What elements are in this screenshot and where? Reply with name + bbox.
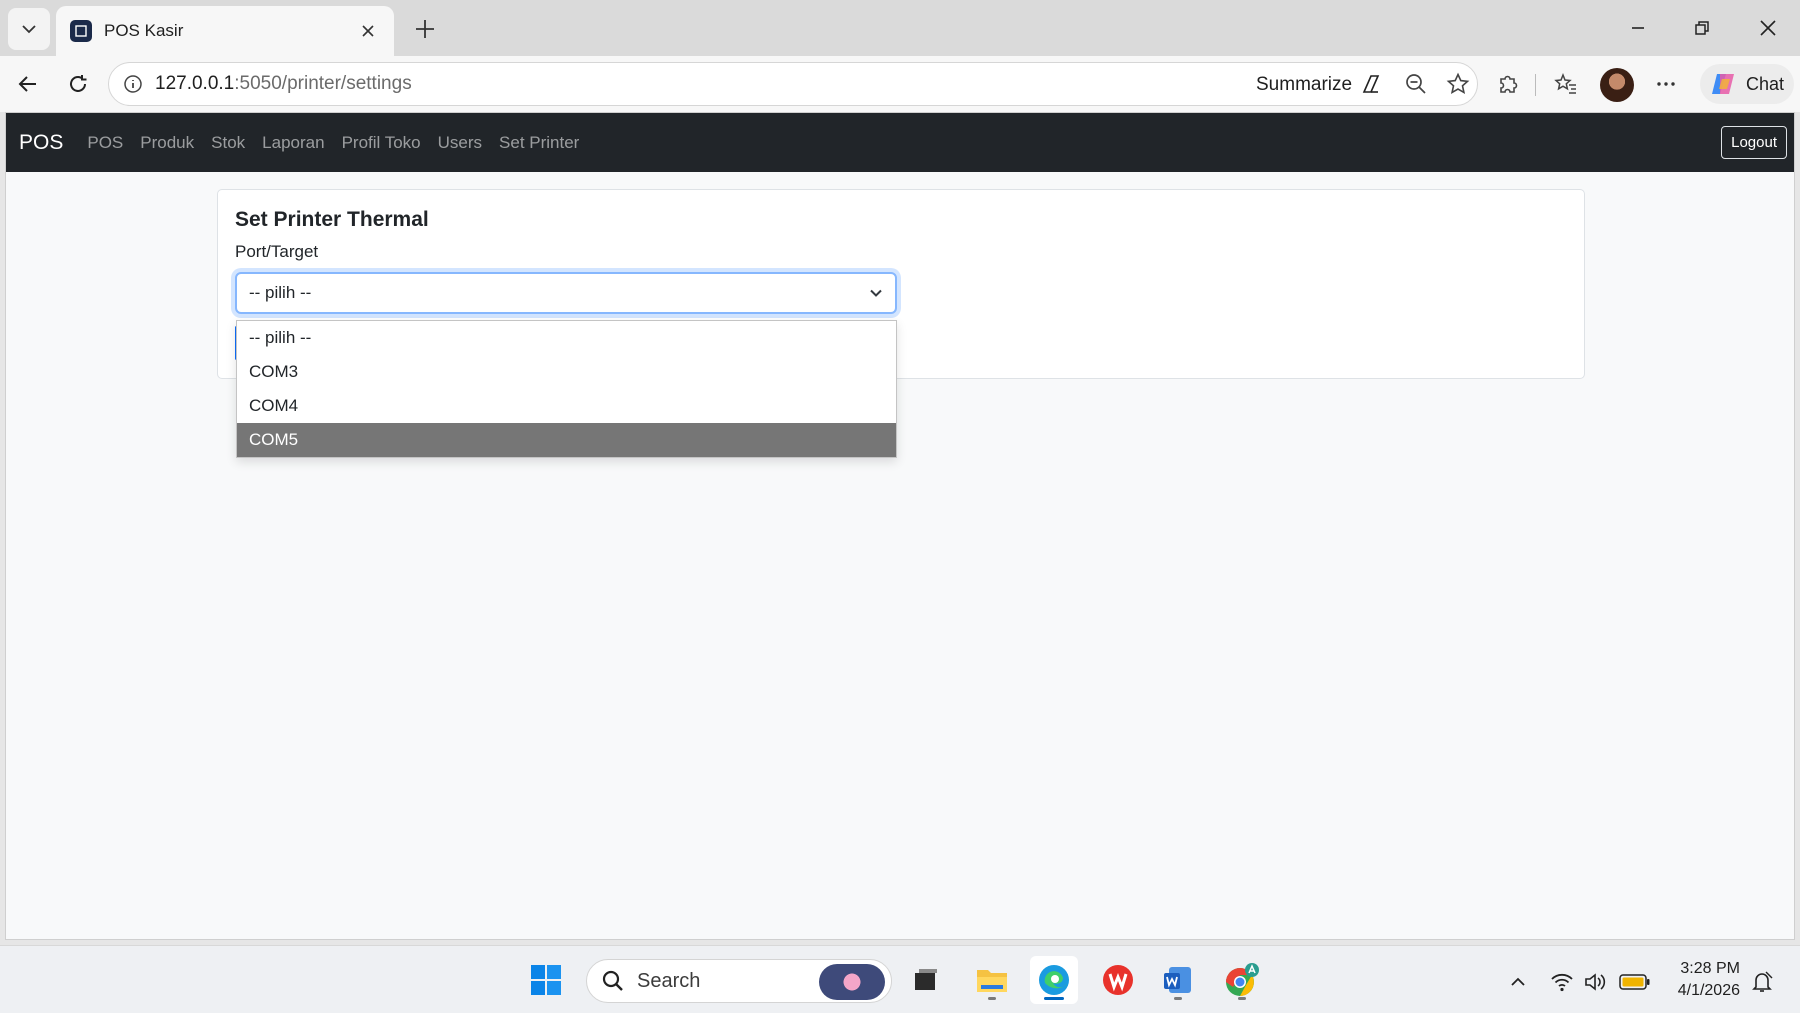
zoom-out-button[interactable]: [1398, 66, 1434, 102]
puzzle-icon: [1500, 75, 1518, 93]
battery-button[interactable]: [1618, 968, 1652, 996]
port-target-dropdown: -- pilih -- COM3 COM4 COM5: [236, 320, 897, 458]
task-view-button[interactable]: [902, 956, 950, 1004]
browser-toolbar: 127.0.0.1:5050/printer/settings Summariz…: [0, 56, 1800, 112]
notifications-button[interactable]: [1748, 968, 1776, 996]
pos-favicon-icon: [70, 20, 92, 42]
star-icon: [1446, 72, 1470, 94]
chevron-down-icon: [870, 289, 882, 297]
option-com4[interactable]: COM4: [237, 389, 896, 423]
running-indicator: [1238, 997, 1246, 1000]
select-value: -- pilih --: [249, 283, 312, 302]
task-view-icon: [915, 969, 937, 990]
word-button[interactable]: [1154, 956, 1202, 1004]
plus-icon: [416, 20, 434, 38]
summarize-button[interactable]: Summarize: [1256, 72, 1384, 98]
edge-icon: [1039, 965, 1069, 995]
volume-button[interactable]: [1582, 968, 1610, 996]
speaker-icon: [1585, 973, 1606, 991]
folder-icon: [977, 970, 1007, 992]
chrome-button[interactable]: [1218, 956, 1266, 1004]
running-indicator: [1174, 997, 1182, 1000]
copilot-summarize-icon: [1362, 75, 1380, 93]
copilot-chat-button[interactable]: Chat: [1700, 64, 1794, 104]
card-title: Set Printer Thermal: [235, 208, 429, 231]
wps-office-button[interactable]: [1094, 956, 1142, 1004]
toolbar-divider: [1535, 74, 1536, 96]
nav-link-produk[interactable]: Produk: [140, 133, 194, 153]
browser-tab-bar: POS Kasir: [0, 0, 1800, 56]
wifi-icon: [1551, 973, 1573, 992]
favorite-button[interactable]: [1440, 66, 1476, 102]
nav-link-laporan[interactable]: Laporan: [262, 133, 324, 153]
page-viewport: POS POS Produk Stok Laporan Profil Toko …: [5, 112, 1795, 940]
refresh-button[interactable]: [60, 66, 96, 102]
chat-label: Chat: [1746, 73, 1785, 94]
copilot-icon: [1712, 74, 1734, 94]
navbar-brand[interactable]: POS: [19, 131, 63, 155]
logout-button[interactable]: Logout: [1721, 126, 1787, 159]
nav-link-set-printer[interactable]: Set Printer: [499, 133, 579, 153]
close-icon: [1760, 20, 1776, 36]
arrow-left-icon: [18, 76, 36, 92]
zoom-out-icon: [1406, 74, 1426, 94]
notification-bell-icon: [1752, 971, 1773, 992]
search-icon: [602, 970, 623, 991]
back-button[interactable]: [10, 66, 46, 102]
search-highlight-icon: [819, 964, 885, 1000]
chrome-icon: [1226, 963, 1259, 996]
file-explorer-button[interactable]: [968, 956, 1016, 1004]
network-button[interactable]: [1548, 968, 1576, 996]
show-hidden-icons-button[interactable]: [1504, 968, 1532, 996]
info-icon[interactable]: [123, 74, 143, 94]
chevron-up-icon: [1511, 977, 1525, 986]
taskbar-search[interactable]: Search: [586, 959, 892, 1003]
start-button[interactable]: [522, 956, 570, 1004]
close-window-button[interactable]: [1748, 10, 1788, 46]
extensions-button[interactable]: [1490, 66, 1526, 102]
browser-tab[interactable]: POS Kasir: [56, 6, 394, 56]
minimize-icon: [1632, 27, 1644, 29]
restore-button[interactable]: [1682, 10, 1722, 46]
url-text: 127.0.0.1:5050/printer/settings: [155, 73, 412, 94]
option-com5[interactable]: COM5: [237, 423, 896, 457]
running-indicator: [988, 997, 996, 1000]
tab-title: POS Kasir: [104, 21, 184, 40]
taskbar-clock[interactable]: 3:28 PM 4/1/2026: [1668, 958, 1740, 1002]
favorites-icon: [1554, 72, 1576, 94]
wps-office-icon: [1103, 965, 1133, 995]
close-tab-icon[interactable]: [356, 19, 380, 43]
more-options-button[interactable]: [1648, 66, 1684, 102]
windows-logo-icon: [531, 965, 561, 995]
battery-icon: [1619, 974, 1650, 990]
search-placeholder: Search: [637, 969, 701, 992]
new-tab-button[interactable]: [408, 12, 442, 46]
tab-list-button[interactable]: [8, 8, 50, 50]
word-icon: [1164, 967, 1191, 993]
minimize-button[interactable]: [1618, 10, 1658, 46]
option-com3[interactable]: COM3: [237, 355, 896, 389]
nav-link-stok[interactable]: Stok: [211, 133, 245, 153]
top-navbar: POS POS Produk Stok Laporan Profil Toko …: [6, 113, 1794, 172]
restore-icon: [1695, 21, 1709, 35]
nav-link-profil-toko[interactable]: Profil Toko: [342, 133, 421, 153]
nav-link-users[interactable]: Users: [438, 133, 482, 153]
port-target-select[interactable]: -- pilih --: [235, 272, 897, 314]
active-indicator: [1044, 997, 1064, 1000]
nav-link-pos[interactable]: POS: [87, 133, 123, 153]
favorites-list-button[interactable]: [1548, 66, 1584, 102]
edge-button[interactable]: [1030, 956, 1078, 1004]
chevron-down-icon: [22, 25, 36, 34]
windows-taskbar: Search 3:28 PM 4/1/2026: [0, 945, 1800, 1013]
refresh-icon: [70, 75, 87, 92]
more-icon: [1657, 82, 1675, 86]
clock-date: 4/1/2026: [1677, 982, 1740, 999]
port-target-label: Port/Target: [235, 242, 319, 261]
summarize-label: Summarize: [1256, 74, 1353, 95]
option-pilih[interactable]: -- pilih --: [237, 321, 896, 355]
profile-avatar[interactable]: [1600, 68, 1634, 102]
clock-time: 3:28 PM: [1680, 960, 1740, 977]
